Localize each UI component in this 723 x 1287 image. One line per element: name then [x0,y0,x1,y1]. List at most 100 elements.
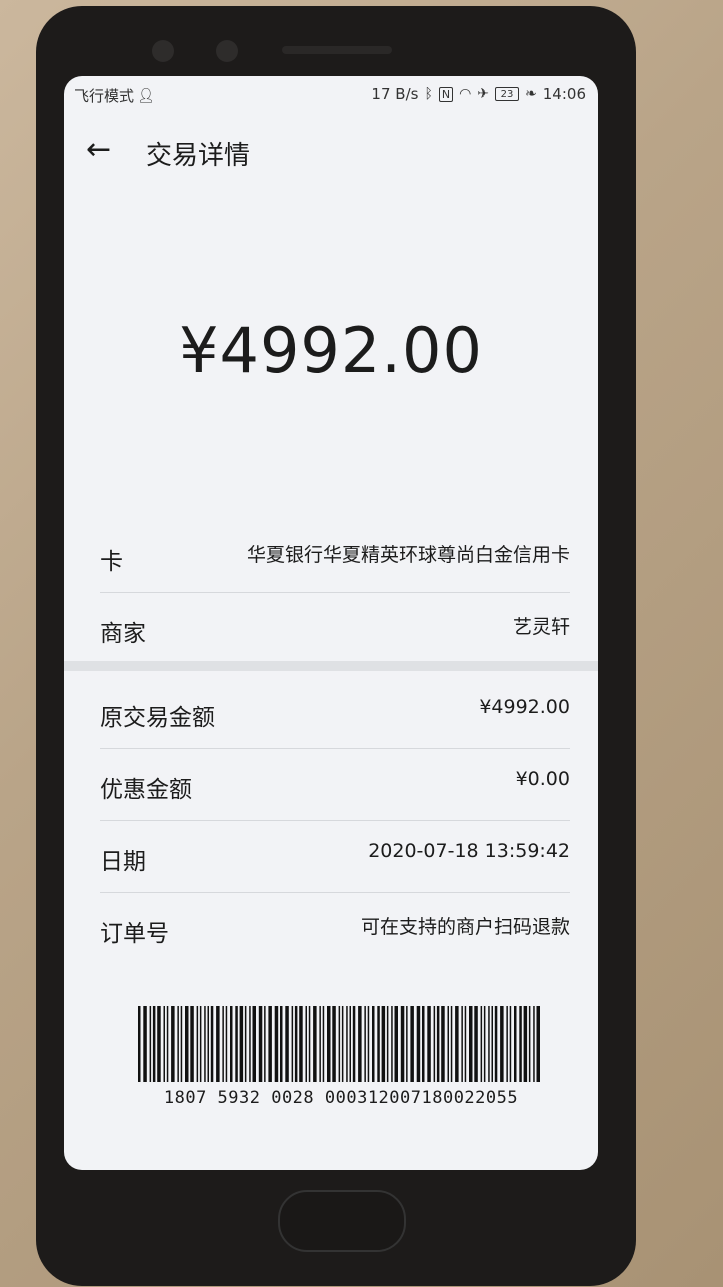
barcode-bar [474,1006,478,1082]
barcode-bar [204,1006,206,1082]
detail-label: 原交易金额 [100,705,215,731]
barcode-bar [441,1006,445,1082]
home-button[interactable] [278,1190,406,1252]
title-bar: ← 交易详情 [64,128,598,178]
barcode-bar [400,1006,405,1082]
barcode-bar [338,1006,341,1082]
barcode-bar [461,1006,463,1082]
barcode-bar [358,1006,362,1082]
barcode-bar [500,1006,504,1082]
page-title: 交易详情 [146,141,251,171]
barcode-bar [386,1006,389,1082]
barcode-bar [455,1006,459,1082]
barcode-bar [464,1006,467,1082]
barcode-bar [294,1006,298,1082]
nfc-icon: N [438,86,454,102]
barcode-bar [264,1006,266,1082]
barcode-bar [346,1006,348,1082]
barcode-bar [469,1006,473,1082]
barcode-bar [268,1006,272,1082]
barcode-bar [299,1006,303,1082]
detail-label: 优惠金额 [100,777,192,803]
barcode-bar [427,1006,431,1082]
barcode-bar [196,1006,199,1082]
airplane-mode-label: 飞行模式 [74,87,135,105]
barcode-bar [433,1006,436,1082]
barcode-bar [199,1006,202,1082]
barcode-bar [171,1006,175,1082]
barcode-bar [394,1006,398,1082]
barcode-bar [305,1006,307,1082]
detail-row-merchant: 商家 艺灵轩 [100,592,570,664]
barcode-bar [494,1006,498,1082]
barcode-bar [436,1006,440,1082]
detail-label: 日期 [100,849,146,875]
network-speed: 17 B/s [371,85,419,103]
barcode-bar [491,1006,493,1082]
barcode-bar [381,1006,386,1082]
barcode-bar [258,1006,263,1082]
detail-value: 艺灵轩 [512,616,570,638]
arrow-left-icon[interactable]: ← [86,132,111,168]
screen: 飞行模式 👤︎ 17 B/s ᛒ N ◠ ✈︎ 23 ❧ 14:06 ← 交易详… [64,76,598,1170]
airplane-icon: ✈︎ [477,86,490,102]
barcode-bar [222,1006,224,1082]
detail-value: ¥4992.00 [479,696,570,718]
section-divider [64,661,598,671]
barcode-bar [447,1006,449,1082]
barcode-bar [244,1006,247,1082]
detail-label: 卡 [100,549,123,575]
status-bar: 飞行模式 👤︎ 17 B/s ᛒ N ◠ ✈︎ 23 ❧ 14:06 [64,76,598,110]
barcode-bar [163,1006,165,1082]
barcode-bar [216,1006,220,1082]
refund-barcode[interactable]: 1807 5932 0028 000312007180022055 [136,1006,546,1108]
barcode-bar [235,1006,238,1082]
barcode-bar [180,1006,183,1082]
barcode-bar [210,1006,214,1082]
wifi-icon: ◠ [459,86,472,102]
detail-row-original-amount: 原交易金额 ¥4992.00 [100,676,570,749]
detail-value: 可在支持的商户扫码退款 [360,916,570,938]
barcode-bar [410,1006,414,1082]
barcode-bar [364,1006,366,1082]
barcode-bar [536,1006,540,1082]
barcode-bar [157,1006,161,1082]
barcode-bar [480,1006,483,1082]
barcode-bar [533,1006,535,1082]
barcode-bar [322,1006,325,1082]
barcode-bar [332,1006,336,1082]
barcode-bar [483,1006,486,1082]
barcode-bar [230,1006,233,1082]
barcode-bar [166,1006,169,1082]
clock: 14:06 [542,85,586,103]
barcode-bar [138,1006,141,1082]
barcode-bar [349,1006,351,1082]
detail-label: 订单号 [100,921,169,947]
barcode-bar [177,1006,179,1082]
barcode-bar [406,1006,408,1082]
barcode-bar [285,1006,289,1082]
barcode-bar [450,1006,453,1082]
barcode-bar [291,1006,294,1082]
barcode-bar [372,1006,375,1082]
barcode-bar [327,1006,331,1082]
barcode-bar [190,1006,194,1082]
barcode-bar [308,1006,311,1082]
barcode-bar [367,1006,370,1082]
barcode-bar [280,1006,283,1082]
barcode-bar [225,1006,228,1082]
leaf-icon: ❧ [525,86,537,102]
user-icon: 👤︎ [137,87,155,104]
barcode-number: 1807 5932 0028 000312007180022055 [163,1088,519,1108]
earpiece-speaker [282,46,392,54]
barcode-bar [185,1006,189,1082]
detail-row-date: 日期 2020-07-18 13:59:42 [100,820,570,893]
detail-value: 华夏银行华夏精英环球尊尚白金信用卡 [246,544,570,566]
detail-row-order-no: 订单号 可在支持的商户扫码退款 [100,892,570,964]
barcode-bar [391,1006,393,1082]
barcode-bar [149,1006,152,1082]
battery-icon: 23 [495,87,520,101]
barcode-bar [274,1006,279,1082]
detail-row-discount: 优惠金额 ¥0.00 [100,748,570,821]
barcode-bar [523,1006,528,1082]
